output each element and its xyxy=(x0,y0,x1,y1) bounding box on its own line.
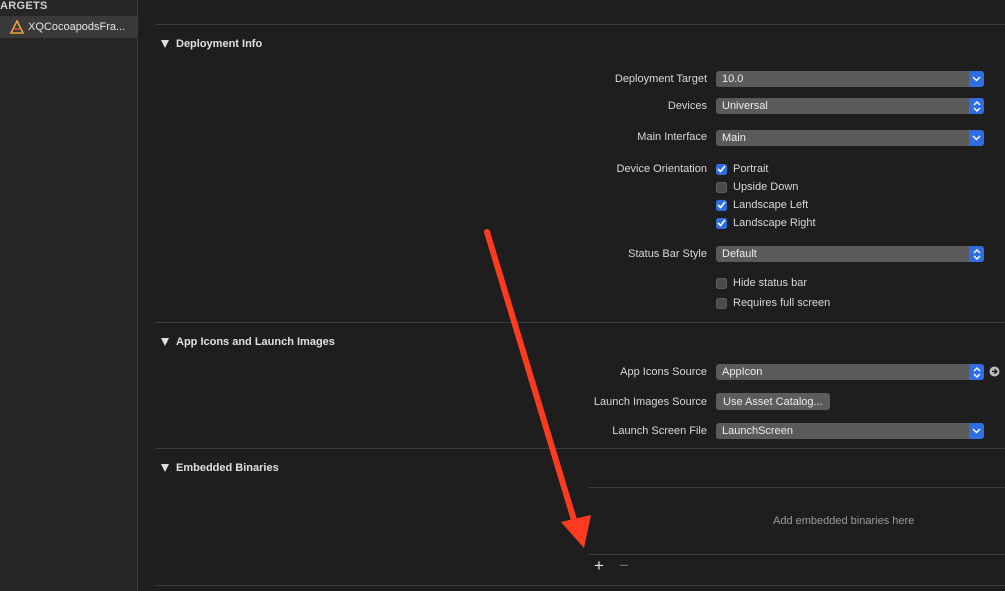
targets-header: ARGETS xyxy=(0,0,48,12)
use-asset-catalog-button[interactable]: Use Asset Catalog... xyxy=(716,393,830,410)
section-title: App Icons and Launch Images xyxy=(176,336,335,348)
chevron-down-icon[interactable] xyxy=(969,71,984,87)
checkbox-label: Landscape Right xyxy=(733,217,816,229)
go-to-arrow-icon[interactable] xyxy=(989,366,1000,377)
chevron-down-icon[interactable] xyxy=(969,130,984,146)
launch-screen-file-combo[interactable]: LaunchScreen xyxy=(716,423,984,439)
devices-label: Devices xyxy=(667,100,707,112)
divider xyxy=(155,24,1005,25)
devices-popup[interactable]: Universal xyxy=(716,98,984,114)
divider xyxy=(155,322,1005,323)
checkbox-label: Upside Down xyxy=(733,181,799,193)
deployment-target-combo[interactable]: 10.0 xyxy=(716,71,984,87)
deployment-target-label: Deployment Target xyxy=(614,73,707,85)
status-bar-style-value: Default xyxy=(722,248,757,260)
chevron-down-icon[interactable] xyxy=(969,423,984,439)
checkbox-unchecked-icon[interactable] xyxy=(716,277,727,289)
section-app-icons[interactable]: App Icons and Launch Images xyxy=(161,336,335,348)
checkbox-label: Hide status bar xyxy=(733,277,807,289)
embedded-binaries-placeholder: Add embedded binaries here xyxy=(773,515,915,527)
device-orientation-label: Device Orientation xyxy=(616,163,708,175)
hide-status-bar-checkbox[interactable]: Hide status bar xyxy=(716,277,807,289)
remove-button[interactable]: − xyxy=(619,556,629,576)
table-bottom-border xyxy=(588,554,1005,555)
deployment-target-value: 10.0 xyxy=(722,73,744,85)
devices-value: Universal xyxy=(722,100,768,112)
add-button[interactable]: + xyxy=(594,556,604,576)
app-icons-source-label: App Icons Source xyxy=(620,366,707,378)
targets-sidebar: ARGETS XQCocoapodsFra... xyxy=(0,0,138,591)
launch-images-source-label: Launch Images Source xyxy=(593,396,707,408)
annotation-arrow-icon xyxy=(484,229,591,548)
main-interface-label: Main Interface xyxy=(637,131,707,143)
disclosure-triangle-icon xyxy=(161,40,169,48)
checkbox-label: Requires full screen xyxy=(733,297,831,309)
app-icons-source-value: AppIcon xyxy=(722,366,763,378)
orientation-landscape-left[interactable]: Landscape Left xyxy=(716,199,808,211)
section-deployment-info[interactable]: Deployment Info xyxy=(161,38,262,50)
app-icons-source-popup[interactable]: AppIcon xyxy=(716,364,984,380)
status-bar-style-label: Status Bar Style xyxy=(628,248,707,260)
orientation-upside-down[interactable]: Upside Down xyxy=(716,181,798,193)
orientation-portrait[interactable]: Portrait xyxy=(716,163,768,175)
checkbox-label: Portrait xyxy=(733,163,769,175)
checkbox-checked-icon[interactable] xyxy=(716,163,727,175)
section-title: Deployment Info xyxy=(176,38,263,50)
up-down-arrows-icon[interactable] xyxy=(969,364,984,380)
checkbox-unchecked-icon[interactable] xyxy=(716,181,727,193)
checkbox-label: Landscape Left xyxy=(733,199,809,211)
requires-full-screen-checkbox[interactable]: Requires full screen xyxy=(716,297,830,309)
section-title: Embedded Binaries xyxy=(176,462,279,474)
divider xyxy=(155,585,1005,586)
main-interface-value: Main xyxy=(722,132,746,144)
disclosure-triangle-icon xyxy=(161,338,169,346)
sidebar-item-label: XQCocoapodsFra... xyxy=(28,21,126,33)
checkbox-checked-icon[interactable] xyxy=(716,199,727,211)
up-down-arrows-icon[interactable] xyxy=(969,98,984,114)
sidebar-item-target[interactable]: XQCocoapodsFra... xyxy=(0,16,137,38)
divider xyxy=(155,448,1005,449)
disclosure-triangle-icon xyxy=(161,464,169,472)
main-interface-combo[interactable]: Main xyxy=(716,130,984,146)
app-target-icon xyxy=(10,20,24,34)
launch-screen-file-label: Launch Screen File xyxy=(612,425,707,437)
launch-screen-file-value: LaunchScreen xyxy=(722,425,793,437)
table-top-border xyxy=(588,487,1005,488)
up-down-arrows-icon[interactable] xyxy=(969,246,984,262)
orientation-landscape-right[interactable]: Landscape Right xyxy=(716,217,816,229)
section-embedded-binaries[interactable]: Embedded Binaries xyxy=(161,462,279,474)
checkbox-unchecked-icon[interactable] xyxy=(716,297,727,309)
status-bar-style-popup[interactable]: Default xyxy=(716,246,984,262)
checkbox-checked-icon[interactable] xyxy=(716,217,727,229)
